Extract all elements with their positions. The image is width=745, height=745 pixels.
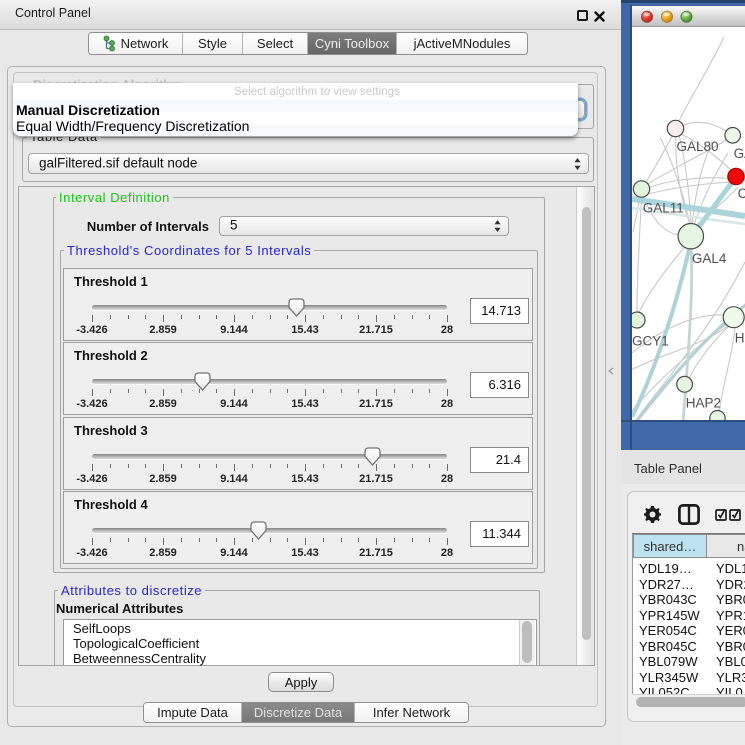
svg-text:HAP2: HAP2 — [686, 395, 721, 410]
svg-text:GAL4: GAL4 — [692, 251, 727, 266]
svg-text:CR: CR — [738, 186, 745, 201]
svg-text:GAL2: GAL2 — [734, 146, 745, 161]
svg-text:GCY1: GCY1 — [632, 334, 669, 349]
svg-text:GAL11: GAL11 — [643, 201, 684, 216]
svg-text:HI: HI — [735, 331, 745, 346]
svg-text:GAL80: GAL80 — [677, 139, 719, 154]
